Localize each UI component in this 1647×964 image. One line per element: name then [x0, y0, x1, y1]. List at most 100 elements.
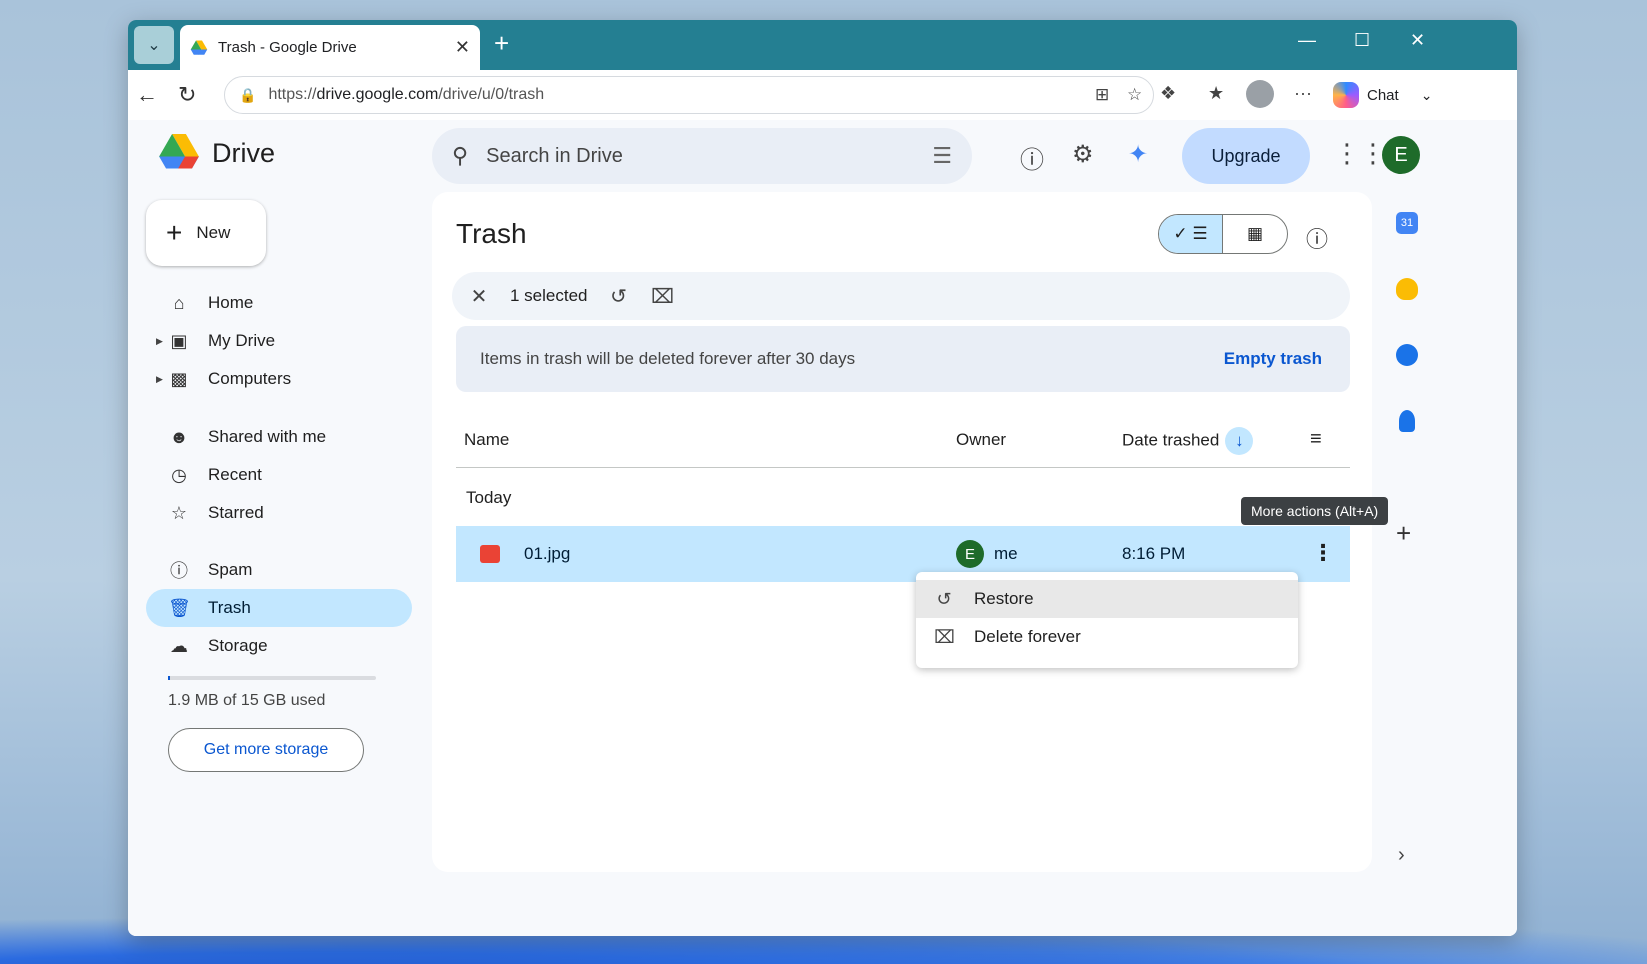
more-actions-icon[interactable]: ⋮ [1312, 540, 1334, 566]
search-bar[interactable]: ⚲ Search in Drive ☰ [432, 128, 972, 184]
drive-logo[interactable]: Drive [158, 134, 275, 172]
sidebar-item-label: Home [208, 293, 254, 312]
menu-item-restore[interactable]: ↺ Restore [916, 580, 1298, 618]
file-date: 8:16 PM [1122, 544, 1186, 563]
chevron-right-icon[interactable]: › [1398, 844, 1405, 867]
search-options-icon[interactable]: ☰ [932, 143, 952, 169]
copilot-chat-button[interactable]: Chat ⌄ [1333, 77, 1443, 113]
maximize-icon[interactable]: ☐ [1354, 30, 1370, 51]
search-icon[interactable]: ⚲ [452, 143, 468, 169]
tab-bar: ⌄ Trash - Google Drive ✕ + — ☐ ✕ [128, 20, 1517, 70]
drive-favicon-icon [190, 40, 208, 55]
tasks-icon[interactable] [1396, 344, 1418, 366]
search-input[interactable]: Search in Drive [486, 145, 932, 168]
plus-icon: + [166, 217, 183, 248]
expand-arrow-icon[interactable]: ▶ [156, 336, 163, 347]
app-available-icon[interactable]: ⊞ [1095, 85, 1109, 105]
restore-icon: ↺ [936, 588, 952, 609]
grid-view-button[interactable]: ▦ [1223, 215, 1287, 253]
sidebar-item-storage[interactable]: ☁ Storage [146, 627, 412, 665]
page-title: Trash [456, 218, 527, 249]
side-panel: 31 + › [1384, 192, 1430, 892]
account-avatar[interactable]: E [1382, 136, 1420, 174]
selection-toolbar: ✕ 1 selected ↺ ⌧ [452, 272, 1350, 320]
column-owner[interactable]: Owner [956, 430, 1006, 450]
reload-icon[interactable]: ↻ [178, 82, 196, 108]
tab-title: Trash - Google Drive [218, 39, 357, 56]
sidebar-item-label: Trash [208, 598, 251, 617]
settings-gear-icon[interactable]: ⚙ [1072, 140, 1094, 169]
tab-drive[interactable]: Trash - Google Drive ✕ [180, 25, 480, 70]
sidebar-item-spam[interactable]: ⓘ Spam [146, 551, 412, 589]
add-addon-icon[interactable]: + [1396, 518, 1411, 549]
minimize-icon[interactable]: — [1298, 30, 1316, 51]
storage-meter [168, 676, 376, 680]
get-more-storage-button[interactable]: Get more storage [168, 728, 364, 772]
keep-icon[interactable] [1396, 278, 1418, 300]
calendar-icon[interactable]: 31 [1396, 212, 1418, 234]
clear-selection-icon[interactable]: ✕ [466, 284, 492, 309]
sort-options-icon[interactable]: ≡ [1310, 428, 1322, 451]
trash-banner: Items in trash will be deleted forever a… [456, 326, 1350, 392]
contacts-icon[interactable] [1399, 410, 1415, 432]
column-name[interactable]: Name [464, 430, 509, 450]
favorites-icon[interactable]: ★ [1208, 83, 1224, 104]
main-content: Trash ✓ ☰ ▦ ⓘ ✕ 1 selected ↺ ⌧ Items in … [432, 192, 1372, 872]
new-button[interactable]: + New [146, 200, 266, 266]
sort-descending-icon[interactable]: ↓ [1225, 427, 1254, 455]
sidebar-item-trash[interactable]: 🗑 Trash [146, 589, 412, 627]
browser-window: ⌄ Trash - Google Drive ✕ + — ☐ ✕ ← ↻ 🔒 h… [128, 20, 1517, 936]
back-icon[interactable]: ← [136, 82, 158, 108]
sidebar-item-label: Shared with me [208, 427, 327, 446]
app-name: Drive [212, 137, 276, 168]
star-icon: ☆ [170, 502, 188, 523]
more-menu-icon[interactable]: ··· [1294, 83, 1312, 104]
my-drive-icon: ▣ [170, 330, 188, 351]
favorite-star-icon[interactable]: ☆ [1127, 85, 1142, 105]
sidebar-item-computers[interactable]: ▶ ▩ Computers [146, 360, 412, 398]
sidebar-item-label: Starred [208, 503, 264, 522]
home-icon: ⌂ [173, 292, 185, 313]
column-header: Name Owner Date trashed ↓ ≡ [456, 418, 1350, 468]
menu-item-delete-forever[interactable]: ⌧ Delete forever [916, 618, 1298, 656]
banner-text: Items in trash will be deleted forever a… [480, 349, 856, 368]
copilot-icon [1333, 82, 1359, 108]
file-owner: me [994, 544, 1018, 563]
image-file-icon [480, 545, 500, 563]
sidebar-item-shared[interactable]: ☻ Shared with me [146, 418, 412, 456]
menu-item-label: Delete forever [974, 627, 1081, 646]
browser-profile-icon[interactable] [1246, 80, 1274, 108]
help-icon[interactable]: ⓘ [1020, 140, 1044, 175]
empty-trash-button[interactable]: Empty trash [1224, 349, 1322, 369]
extensions-icon[interactable]: ❖ [1160, 83, 1176, 104]
info-icon[interactable]: ⓘ [1306, 222, 1328, 254]
delete-forever-icon[interactable]: ⌧ [650, 284, 676, 309]
chat-label: Chat [1367, 86, 1399, 104]
view-toggle: ✓ ☰ ▦ [1158, 214, 1288, 254]
owner-avatar: E [956, 540, 984, 568]
restore-icon[interactable]: ↺ [606, 284, 632, 309]
tab-actions-button[interactable]: ⌄ [134, 26, 174, 64]
new-tab-icon[interactable]: + [494, 30, 509, 56]
close-tab-icon[interactable]: ✕ [455, 37, 470, 58]
sidebar-item-my-drive[interactable]: ▶ ▣ My Drive [146, 322, 412, 360]
sidebar-item-home[interactable]: ⌂ Home [146, 284, 412, 322]
sidebar-item-label: My Drive [208, 331, 276, 350]
column-date-label: Date trashed [1122, 430, 1220, 450]
list-view-button[interactable]: ✓ ☰ [1159, 215, 1223, 253]
group-label: Today [466, 488, 512, 507]
address-bar[interactable]: 🔒 https://drive.google.com/drive/u/0/tra… [224, 76, 1154, 114]
upgrade-button[interactable]: Upgrade [1182, 128, 1310, 184]
clock-icon: ◷ [171, 464, 187, 485]
gemini-icon[interactable]: ✦ [1128, 140, 1148, 169]
sidebar-item-recent[interactable]: ◷ Recent [146, 456, 412, 494]
new-label: New [196, 223, 231, 242]
window-close-icon[interactable]: ✕ [1410, 30, 1425, 51]
expand-arrow-icon[interactable]: ▶ [156, 374, 163, 385]
drive-logo-icon [159, 134, 199, 169]
sidebar-item-starred[interactable]: ☆ Starred [146, 494, 412, 532]
delete-forever-icon: ⌧ [934, 626, 955, 647]
sidebar-item-label: Spam [208, 560, 253, 579]
cloud-icon: ☁ [170, 635, 188, 656]
column-date-trashed[interactable]: Date trashed ↓ [1122, 427, 1254, 455]
